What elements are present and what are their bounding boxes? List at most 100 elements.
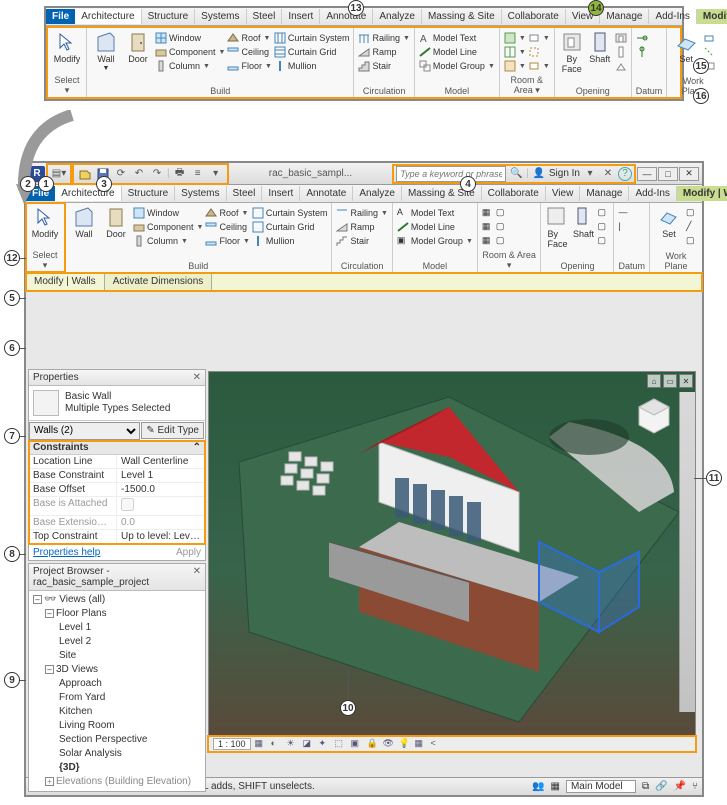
- m-ml[interactable]: Model Line: [397, 220, 473, 234]
- tab-addins[interactable]: Add-Ins: [649, 9, 696, 24]
- shaft-button[interactable]: Shaft: [587, 31, 613, 64]
- tab-annotate[interactable]: Annotate: [320, 9, 373, 24]
- edit-type-button[interactable]: ✎ Edit Type: [141, 422, 204, 439]
- help-icon[interactable]: ?: [618, 167, 632, 181]
- m-mg[interactable]: ▣Model Group▼: [397, 234, 473, 248]
- tab-massing[interactable]: Massing & Site: [422, 9, 502, 24]
- m-tab-manage[interactable]: Manage: [580, 186, 629, 201]
- column-button[interactable]: Column▼: [155, 59, 225, 73]
- base-offset-value[interactable]: -1500.0: [117, 483, 205, 496]
- print-icon[interactable]: 🖶: [172, 166, 188, 182]
- sun-path-icon[interactable]: ☀: [287, 738, 299, 750]
- design-options-icon[interactable]: ⧉: [642, 781, 649, 792]
- ramp-button[interactable]: Ramp: [358, 45, 409, 59]
- m-tab-addins[interactable]: Add-Ins: [629, 186, 676, 201]
- measure-icon[interactable]: ≡: [190, 166, 206, 182]
- reveal-icon[interactable]: 💡: [399, 738, 411, 750]
- m-window-button[interactable]: Window: [133, 206, 203, 220]
- m-mt[interactable]: AModel Text: [397, 206, 473, 220]
- level-button[interactable]: [636, 31, 648, 45]
- model-text-button[interactable]: AModel Text: [419, 31, 495, 45]
- view-scale[interactable]: 1 : 100: [213, 738, 251, 750]
- close-button[interactable]: ✕: [679, 167, 699, 181]
- ref-plane-button[interactable]: [703, 45, 715, 59]
- m-tab-structure[interactable]: Structure: [122, 186, 176, 201]
- m-floor-button[interactable]: Floor▼: [205, 234, 249, 248]
- app-exchange-icon[interactable]: ✕: [600, 166, 616, 182]
- m-stair[interactable]: Stair: [336, 234, 387, 248]
- m-modify-button[interactable]: Modify: [30, 206, 60, 239]
- workset-select[interactable]: Main Model: [566, 780, 636, 793]
- m-byface[interactable]: By Face: [545, 206, 569, 249]
- floor-button[interactable]: Floor▼: [227, 59, 271, 73]
- view-level1[interactable]: Level 1: [31, 621, 203, 635]
- railing-button[interactable]: Railing▼: [358, 31, 409, 45]
- browser-close-icon[interactable]: ✕: [193, 566, 201, 588]
- tab-steel[interactable]: Steel: [247, 9, 283, 24]
- editable-only-icon[interactable]: ▦: [551, 781, 560, 792]
- minimize-button[interactable]: —: [637, 167, 657, 181]
- location-line-value[interactable]: Wall Centerline: [117, 455, 205, 468]
- navigation-bar[interactable]: [679, 392, 695, 712]
- m-cs-button[interactable]: Curtain System: [252, 206, 328, 220]
- maximize-button[interactable]: □: [658, 167, 678, 181]
- workset-icon[interactable]: 👥: [532, 781, 544, 792]
- vert-opening-button[interactable]: [615, 45, 627, 59]
- detail-level-icon[interactable]: ▦: [255, 738, 267, 750]
- mullion-button[interactable]: Mullion: [274, 59, 350, 73]
- view-3d-default[interactable]: {3D}: [31, 761, 203, 775]
- properties-close-icon[interactable]: ✕: [193, 372, 201, 383]
- m-wall-button[interactable]: Wall: [69, 206, 99, 239]
- wall-opening-button[interactable]: [615, 31, 627, 45]
- window-button[interactable]: Window: [155, 31, 225, 45]
- select-pinned-icon[interactable]: 📌: [674, 781, 686, 792]
- crop-region-icon[interactable]: ▣: [351, 738, 363, 750]
- tab-manage[interactable]: Manage: [600, 9, 649, 24]
- m-cg-button[interactable]: Curtain Grid: [252, 220, 328, 234]
- qat-dropdown-icon[interactable]: ▾: [208, 166, 224, 182]
- tab-modify-walls[interactable]: Modify | Walls: [697, 9, 727, 24]
- m-column-button[interactable]: Column▼: [133, 234, 203, 248]
- tag-room-button[interactable]: ▼: [528, 31, 550, 45]
- tag-area-button[interactable]: ▼: [528, 59, 550, 73]
- tab-insert[interactable]: Insert: [282, 9, 320, 24]
- show-plane-button[interactable]: [703, 31, 715, 45]
- tab-architecture[interactable]: Architecture: [75, 9, 141, 24]
- dormer-button[interactable]: [615, 59, 627, 73]
- tab-collaborate[interactable]: Collaborate: [502, 9, 566, 24]
- m-tab-insert[interactable]: Insert: [262, 186, 300, 201]
- model-line-button[interactable]: Model Line: [419, 45, 495, 59]
- tab-structure[interactable]: Structure: [142, 9, 196, 24]
- temp-hide-icon[interactable]: 👁: [383, 738, 395, 750]
- wall-button[interactable]: Wall▼: [91, 31, 121, 72]
- room-button[interactable]: ▼: [504, 31, 526, 45]
- search-icon[interactable]: 🔍: [508, 166, 524, 182]
- m-component-button[interactable]: Component▼: [133, 220, 203, 234]
- tab-analyze[interactable]: Analyze: [373, 9, 422, 24]
- m-set[interactable]: Set: [654, 206, 684, 239]
- m-ceiling-button[interactable]: Ceiling: [205, 220, 249, 234]
- ceiling-button[interactable]: Ceiling: [227, 45, 271, 59]
- rendering-icon[interactable]: ✦: [319, 738, 331, 750]
- visual-style-icon[interactable]: ◐: [271, 738, 283, 750]
- area-bd-button[interactable]: [528, 45, 550, 59]
- redo-icon[interactable]: ↷: [149, 166, 165, 182]
- curtain-system-button[interactable]: Curtain System: [274, 31, 350, 45]
- crop-icon[interactable]: ⬚: [335, 738, 347, 750]
- m-tab-steel[interactable]: Steel: [227, 186, 263, 201]
- curtain-grid-button[interactable]: Curtain Grid: [274, 45, 350, 59]
- m-railing[interactable]: Railing▼: [336, 206, 387, 220]
- activate-dimensions-button[interactable]: Activate Dimensions: [105, 273, 213, 290]
- m-tab-systems[interactable]: Systems: [175, 186, 226, 201]
- m-tab-view[interactable]: View: [546, 186, 581, 201]
- by-face-button[interactable]: By Face: [559, 31, 585, 74]
- m-door-button[interactable]: Door: [101, 206, 131, 239]
- m-tab-annotate[interactable]: Annotate: [300, 186, 353, 201]
- collapse-icon[interactable]: ⌃: [193, 442, 201, 453]
- area-button[interactable]: ▼: [504, 59, 526, 73]
- modify-button[interactable]: Modify: [52, 31, 82, 64]
- stair-button[interactable]: Stair: [358, 59, 409, 73]
- lock-3d-icon[interactable]: 🔒: [367, 738, 379, 750]
- m-tab-analyze[interactable]: Analyze: [353, 186, 402, 201]
- m-mu-button[interactable]: Mullion: [252, 234, 328, 248]
